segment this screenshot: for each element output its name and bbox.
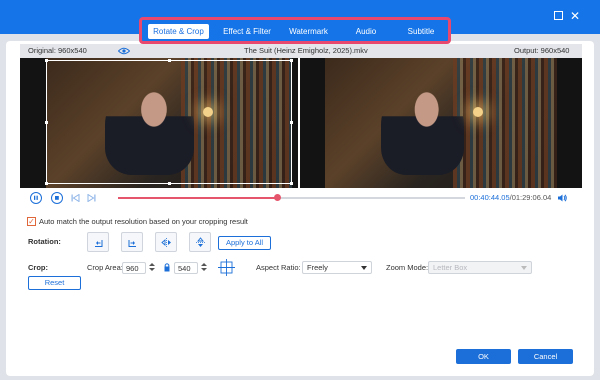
tab-subtitle[interactable]: Subtitle [396,24,446,39]
rotate-left-button[interactable] [87,232,109,252]
aspect-ratio-select[interactable]: Freely [302,261,372,274]
zoom-mode-label: Zoom Mode: [386,263,429,272]
tab-effect-filter[interactable]: Effect & Filter [213,24,281,39]
stop-button[interactable] [51,192,63,204]
stop-icon [55,196,59,200]
auto-match-label: Auto match the output resolution based o… [39,217,248,226]
zoom-mode-select: Letter Box [428,261,532,274]
previous-frame-icon[interactable] [71,194,80,202]
rotate-right-button[interactable] [121,232,143,252]
aspect-ratio-label: Aspect Ratio: [256,263,301,272]
auto-match-checkbox[interactable]: ✓ [27,217,36,226]
progress-handle[interactable] [273,194,281,201]
rotation-label: Rotation: [28,237,61,246]
rotate-left-icon [95,240,103,247]
tab-audio[interactable]: Audio [338,24,394,39]
rotate-right-icon [128,240,136,247]
info-bar: Original: 960x540 The Suit (Heinz Emigho… [20,44,582,58]
tab-bar: Rotate & Crop Effect & Filter Watermark … [139,17,451,44]
original-preview [20,58,298,188]
crop-area-label: Crop Area: [87,263,123,272]
chevron-down-icon [361,266,367,270]
zoom-mode-value: Letter Box [433,263,468,272]
maximize-icon[interactable] [553,10,565,22]
crop-height-input[interactable] [174,262,198,274]
apply-to-all-button[interactable]: Apply to All [218,236,271,250]
aspect-ratio-value: Freely [307,263,328,272]
total-time: /01:29:06.04 [509,193,552,202]
reset-button[interactable]: Reset [28,276,81,290]
time-readout: 00:40:44.05/01:29:06.04 [470,193,551,203]
flip-horizontal-icon [161,238,171,247]
original-resolution: Original: 960x540 [28,46,87,55]
crop-label: Crop: [28,263,48,272]
crop-box[interactable] [45,59,293,185]
volume-icon[interactable] [557,193,567,203]
pause-icon [34,195,38,200]
flip-vertical-icon [196,237,205,247]
lock-icon[interactable] [164,262,170,272]
chevron-down-icon [521,266,527,270]
crop-width-input[interactable] [122,262,146,274]
progress-fill [118,197,277,199]
flip-vertical-button[interactable] [189,232,211,252]
crop-width-stepper[interactable] [148,262,155,274]
file-name: The Suit (Heinz Emigholz, 2025).mkv [244,46,368,55]
ok-button[interactable]: OK [456,349,511,364]
output-preview [300,58,582,188]
center-crop-icon[interactable] [218,259,235,276]
progress-track[interactable] [118,194,465,201]
cancel-button[interactable]: Cancel [518,349,573,364]
next-frame-icon[interactable] [87,194,96,202]
pause-button[interactable] [30,192,42,204]
close-icon[interactable]: ✕ [569,10,581,22]
output-resolution: Output: 960x540 [514,46,570,55]
tab-watermark[interactable]: Watermark [281,24,336,39]
eye-icon[interactable] [118,47,130,55]
crop-height-stepper[interactable] [200,262,207,274]
tab-rotate-crop[interactable]: Rotate & Crop [148,24,209,39]
flip-horizontal-button[interactable] [155,232,177,252]
video-frame [325,58,557,188]
current-time: 00:40:44.05 [470,193,510,202]
